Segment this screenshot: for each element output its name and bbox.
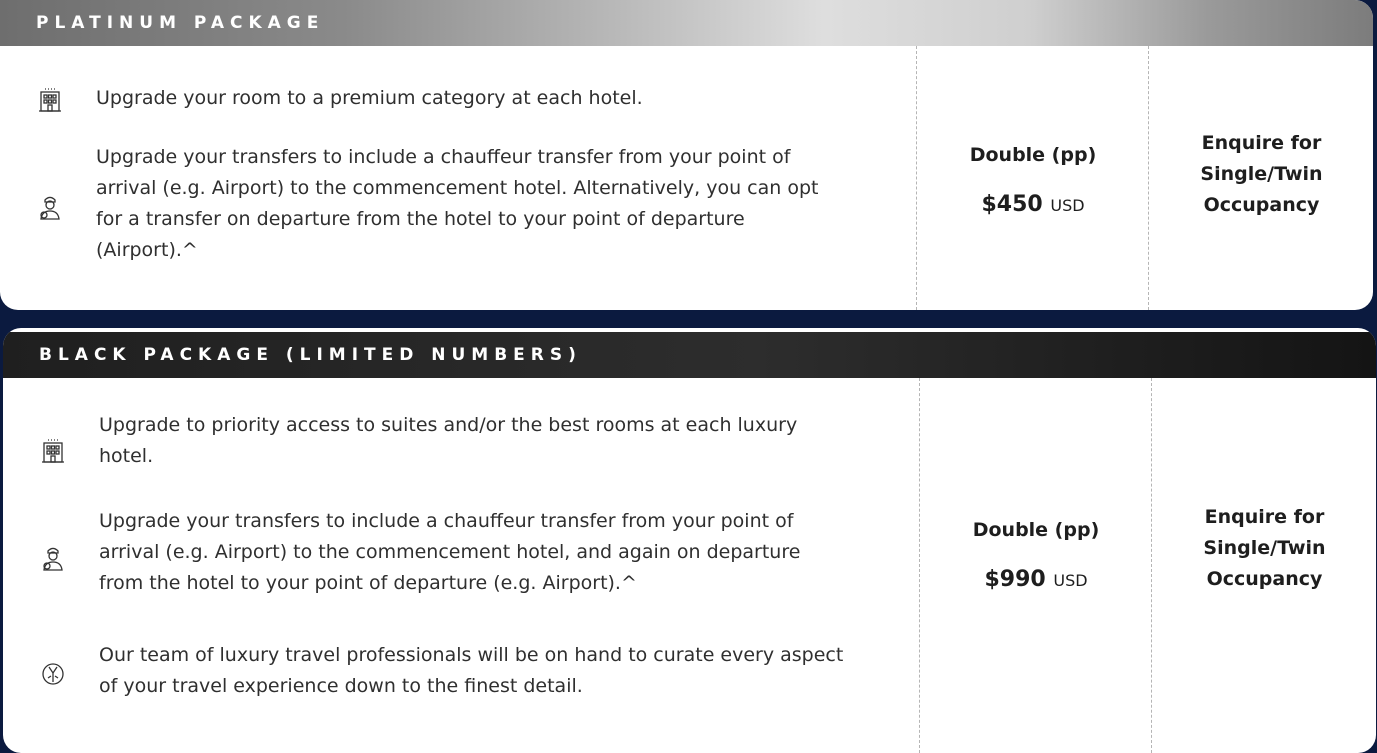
platinum-package-title: PLATINUM PACKAGE	[36, 13, 325, 33]
black-feature-transfer-text: Upgrade your transfers to include a chau…	[99, 510, 801, 594]
black-feature-room-text: Upgrade to priority access to suites and…	[99, 414, 798, 467]
black-enquire-column: Enquire for Single/Twin Occupancy	[1151, 378, 1376, 753]
concierge-icon	[39, 660, 67, 688]
black-price-column: Double (pp) $990 USD	[919, 378, 1152, 753]
black-enquire-text[interactable]: Enquire for Single/Twin Occupancy	[1190, 502, 1340, 595]
black-package-title: BLACK PACKAGE (LIMITED NUMBERS)	[39, 345, 582, 365]
platinum-package-card: PLATINUM PACKAGE Upgrade your room to a …	[0, 0, 1373, 310]
black-package-header: BLACK PACKAGE (LIMITED NUMBERS)	[3, 332, 1376, 378]
platinum-occupancy-label: Double (pp)	[969, 144, 1097, 166]
black-feature-concierge-text: Our team of luxury travel professionals …	[99, 644, 844, 697]
platinum-feature-room-text: Upgrade your room to a premium category …	[96, 87, 643, 109]
black-price-value: $990	[984, 567, 1046, 592]
black-price: $990 USD	[920, 567, 1152, 592]
platinum-price: $450 USD	[917, 192, 1149, 217]
platinum-enquire-column: Enquire for Single/Twin Occupancy	[1148, 46, 1373, 310]
hotel-icon	[39, 436, 67, 464]
platinum-enquire-text[interactable]: Enquire for Single/Twin Occupancy	[1187, 128, 1337, 221]
platinum-feature-transfer-text: Upgrade your transfers to include a chau…	[96, 146, 819, 261]
platinum-package-header: PLATINUM PACKAGE	[0, 0, 1373, 46]
platinum-price-currency: USD	[1050, 196, 1085, 215]
platinum-price-value: $450	[981, 192, 1043, 217]
hotel-icon	[36, 85, 64, 113]
platinum-price-column: Double (pp) $450 USD	[916, 46, 1149, 310]
chauffeur-icon	[36, 193, 64, 221]
chauffeur-icon	[39, 544, 67, 572]
black-price-currency: USD	[1053, 571, 1088, 590]
black-package-card: BLACK PACKAGE (LIMITED NUMBERS) Upgrade …	[3, 328, 1376, 753]
black-occupancy-label: Double (pp)	[972, 519, 1100, 541]
